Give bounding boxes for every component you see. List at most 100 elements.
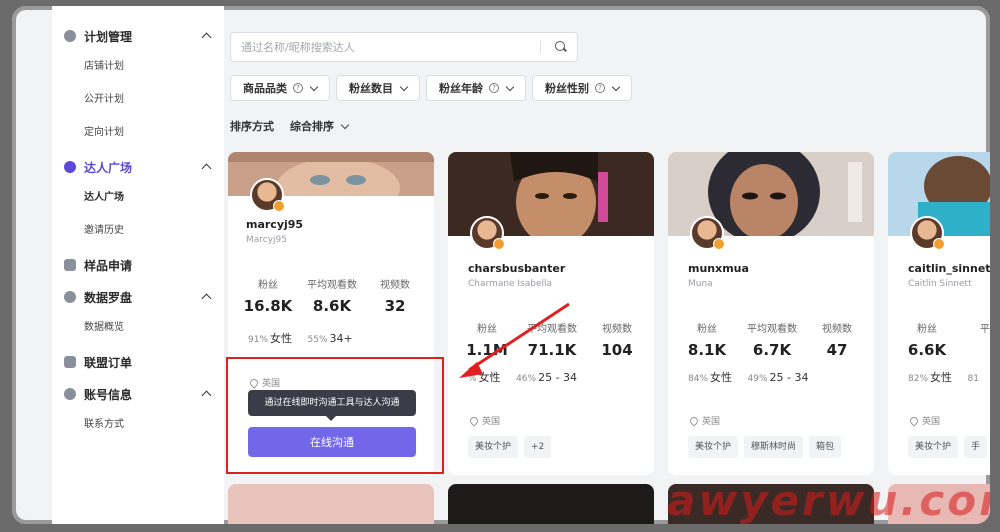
location-pin-icon bbox=[688, 414, 700, 427]
watermark: awyerwu.com bbox=[667, 476, 990, 524]
creator-display-name: Muna bbox=[688, 279, 713, 289]
sidebar-item-data-overview[interactable]: 数据概览 bbox=[84, 314, 224, 342]
location: 英国 bbox=[468, 414, 500, 427]
avatar bbox=[690, 216, 725, 250]
creator-username: charsbusbanter bbox=[468, 262, 566, 275]
search-icon bbox=[64, 161, 76, 173]
search-input[interactable] bbox=[241, 40, 540, 54]
sidebar-section-plans[interactable]: 计划管理 bbox=[64, 24, 212, 48]
category-tags: 美妆个护 手 bbox=[908, 436, 988, 458]
chevron-down-icon bbox=[505, 83, 515, 93]
sidebar-item-shop-plan[interactable]: 店铺计划 bbox=[84, 53, 224, 81]
audience-demographics: 82% 女性 81 bbox=[908, 371, 979, 384]
shop-badge-icon bbox=[933, 238, 945, 250]
audience-demographics: 91% 女性 55% 34+ bbox=[248, 332, 353, 345]
fans-value: 8.1K bbox=[687, 341, 727, 359]
chevron-up-icon bbox=[200, 291, 212, 303]
creator-card[interactable]: munxmua Muna 粉丝 8.1K 平均观看数 6.7K 视频数 47 84% 女… bbox=[668, 152, 874, 475]
sidebar-section-label: 计划管理 bbox=[84, 29, 133, 44]
user-icon bbox=[64, 388, 76, 400]
location-pin-icon bbox=[908, 414, 920, 427]
order-icon bbox=[64, 356, 76, 368]
audience-demographics: 84% 女性 49% 25 - 34 bbox=[688, 371, 809, 384]
creator-display-name: Caitlin Sinnett bbox=[908, 279, 972, 289]
sidebar-section-samples[interactable]: 样品申请 bbox=[64, 253, 212, 277]
videos-value: 47 bbox=[826, 341, 848, 359]
category-tag: 美妆个护 bbox=[688, 436, 739, 458]
sidebar: 计划管理 店铺计划 公开计划 定向计划 达人广场 达人广场 邀请历史 样品申请 … bbox=[52, 6, 224, 524]
stats-row: 粉丝 16.8K 平均观看数 8.6K 视频数 32 bbox=[242, 276, 420, 315]
sidebar-section-creators[interactable]: 达人广场 bbox=[64, 155, 212, 179]
filter-fan-age[interactable]: 粉丝年龄 ? bbox=[426, 75, 526, 101]
sidebar-section-label: 样品申请 bbox=[84, 258, 133, 273]
creator-card[interactable]: caitlin_sinnett Caitlin Sinnett 粉丝 6.6K 平… bbox=[888, 152, 990, 475]
highlight-box bbox=[226, 357, 444, 474]
creator-card[interactable] bbox=[228, 484, 434, 524]
sidebar-section-label: 联盟订单 bbox=[84, 355, 133, 370]
sidebar-section-orders[interactable]: 联盟订单 bbox=[64, 350, 212, 374]
chevron-down-icon bbox=[340, 121, 350, 131]
sort-select[interactable]: 综合排序 bbox=[290, 118, 350, 134]
category-tag: 手 bbox=[964, 436, 988, 458]
location-pin-icon bbox=[468, 414, 480, 427]
chevron-down-icon bbox=[611, 83, 621, 93]
compass-icon bbox=[64, 291, 76, 303]
shop-badge-icon bbox=[273, 200, 285, 212]
stats-row: 粉丝 6.6K 平 bbox=[902, 320, 990, 359]
sidebar-section-compass[interactable]: 数据罗盘 bbox=[64, 285, 212, 309]
avatar bbox=[910, 216, 945, 250]
box-icon bbox=[64, 259, 76, 271]
filter-category[interactable]: 商品品类 ? bbox=[230, 75, 330, 101]
location: 英国 bbox=[908, 414, 940, 427]
avg-views-value: 8.6K bbox=[312, 297, 352, 315]
annotation-arrow-icon bbox=[459, 302, 570, 378]
sidebar-section-label: 账号信息 bbox=[84, 387, 133, 402]
category-tags: 美妆个护 +2 bbox=[468, 436, 552, 458]
filter-bar: 商品品类 ? 粉丝数目 粉丝年龄 ? 粉丝性别 ? bbox=[230, 75, 632, 101]
chevron-up-icon bbox=[200, 30, 212, 42]
chevron-down-icon bbox=[399, 83, 409, 93]
help-icon: ? bbox=[595, 83, 605, 93]
sort-bar: 排序方式 综合排序 bbox=[230, 118, 350, 134]
sidebar-item-invite-history[interactable]: 邀请历史 bbox=[84, 217, 224, 245]
sidebar-item-creator-square[interactable]: 达人广场 bbox=[84, 184, 224, 212]
videos-value: 32 bbox=[384, 297, 406, 315]
shop-badge-icon bbox=[713, 238, 725, 250]
category-tag: 美妆个护 bbox=[908, 436, 959, 458]
search-box bbox=[230, 32, 578, 62]
sidebar-section-label: 达人广场 bbox=[84, 160, 133, 175]
sidebar-section-label: 数据罗盘 bbox=[84, 290, 133, 305]
fans-value: 6.6K bbox=[907, 341, 947, 359]
category-tag: 箱包 bbox=[809, 436, 842, 458]
sidebar-item-public-plan[interactable]: 公开计划 bbox=[84, 86, 224, 114]
plan-icon bbox=[64, 30, 76, 42]
creator-display-name: Marcyj95 bbox=[246, 235, 288, 245]
location: 英国 bbox=[688, 414, 720, 427]
creator-username: caitlin_sinnett bbox=[908, 262, 990, 275]
chevron-down-icon bbox=[309, 83, 319, 93]
creator-username: marcyj95 bbox=[246, 218, 304, 231]
category-tag: 穆斯林时尚 bbox=[744, 436, 804, 458]
avatar bbox=[250, 178, 285, 212]
videos-value: 104 bbox=[601, 341, 633, 359]
stats-row: 粉丝 8.1K 平均观看数 6.7K 视频数 47 bbox=[682, 320, 862, 359]
sidebar-item-targeted-plan[interactable]: 定向计划 bbox=[84, 119, 224, 147]
shop-badge-icon bbox=[493, 238, 505, 250]
chevron-up-icon bbox=[200, 161, 212, 173]
sort-label: 排序方式 bbox=[230, 120, 274, 133]
creator-card[interactable] bbox=[448, 484, 654, 524]
search-icon[interactable] bbox=[549, 35, 573, 59]
app-window: 计划管理 店铺计划 公开计划 定向计划 达人广场 达人广场 邀请历史 样品申请 … bbox=[12, 6, 990, 524]
avatar bbox=[470, 216, 505, 250]
chevron-up-icon bbox=[200, 388, 212, 400]
help-icon: ? bbox=[489, 83, 499, 93]
filter-fan-gender[interactable]: 粉丝性别 ? bbox=[532, 75, 632, 101]
filter-fan-count[interactable]: 粉丝数目 bbox=[336, 75, 420, 101]
more-tags[interactable]: +2 bbox=[524, 436, 552, 458]
sidebar-section-account[interactable]: 账号信息 bbox=[64, 382, 212, 406]
creator-username: munxmua bbox=[688, 262, 749, 275]
category-tag: 美妆个护 bbox=[468, 436, 519, 458]
sidebar-item-contact[interactable]: 联系方式 bbox=[84, 411, 224, 439]
category-tags: 美妆个护 穆斯林时尚 箱包 bbox=[688, 436, 842, 458]
creator-display-name: Charmane Isabella bbox=[468, 279, 553, 289]
